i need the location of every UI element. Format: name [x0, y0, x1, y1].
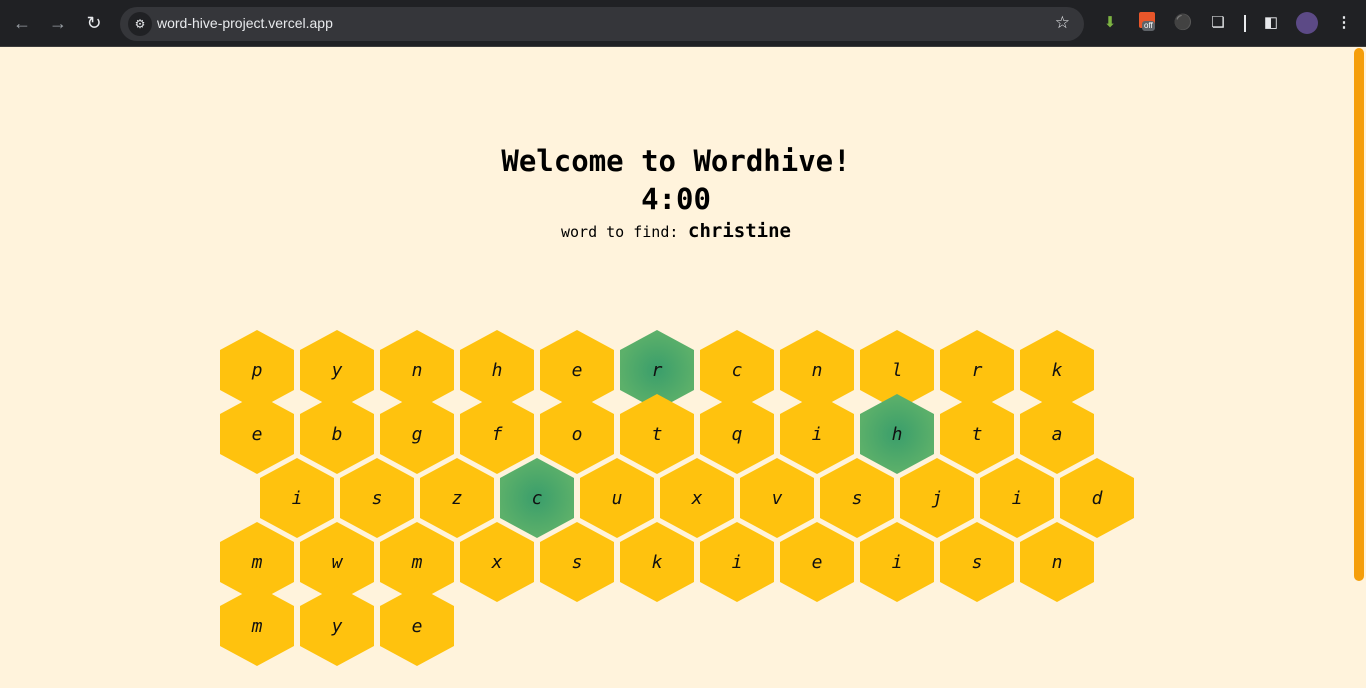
tile-letter: g: [411, 423, 423, 445]
tile-letter: x: [491, 551, 503, 573]
find-label: word to find:: [561, 223, 679, 241]
tile-letter: z: [451, 487, 463, 509]
browser-toolbar: ← → ↻ ⚙ word-hive-project.vercel.app ☆ ⬇…: [0, 0, 1366, 47]
page-title: Welcome to Wordhive!: [501, 144, 851, 178]
off-extension-icon[interactable]: off: [1136, 12, 1158, 34]
tile-letter: k: [1051, 359, 1063, 381]
tile-letter: l: [891, 359, 903, 381]
tile-letter: i: [291, 487, 303, 509]
tile-letter: i: [1011, 487, 1023, 509]
scrollbar[interactable]: [1352, 48, 1366, 688]
tile-letter: n: [1051, 551, 1063, 573]
back-arrow-icon[interactable]: ←: [9, 10, 35, 36]
site-settings-icon[interactable]: ⚙: [128, 12, 152, 36]
tile-letter: e: [411, 615, 423, 637]
tile-letter: w: [331, 551, 343, 573]
tile-letter: b: [331, 423, 343, 445]
tile-letter: v: [771, 487, 783, 509]
off-badge: off: [1142, 21, 1155, 31]
tile-letter: u: [611, 487, 623, 509]
tile-letter: k: [651, 551, 663, 573]
tile-letter: j: [931, 487, 943, 509]
countdown-timer: 4:00: [641, 182, 711, 216]
side-panel-icon[interactable]: ◧: [1260, 12, 1282, 34]
tile-letter: p: [251, 359, 263, 381]
tile-letter: h: [491, 359, 503, 381]
profile-avatar[interactable]: [1296, 12, 1318, 34]
ball-extension-icon[interactable]: ⚫: [1172, 12, 1194, 34]
tile-letter: r: [971, 359, 983, 381]
tile-letter: e: [811, 551, 823, 573]
tile-letter: s: [571, 551, 583, 573]
tile-letter: i: [891, 551, 903, 573]
tile-letter: o: [571, 423, 583, 445]
tile-letter: t: [971, 423, 983, 445]
tile-letter: s: [371, 487, 383, 509]
tile-letter: s: [971, 551, 983, 573]
tile-letter: e: [251, 423, 263, 445]
tile-letter: y: [331, 615, 343, 637]
tile-letter: m: [251, 615, 263, 637]
target-word: christine: [688, 220, 791, 242]
tile-letter: f: [491, 423, 503, 445]
download-extension-icon[interactable]: ⬇: [1099, 12, 1121, 34]
tile-letter: n: [411, 359, 423, 381]
bookmark-star-icon[interactable]: ☆: [1055, 13, 1070, 33]
forward-arrow-icon[interactable]: →: [45, 10, 71, 36]
puzzle-extensions-icon[interactable]: ❏: [1207, 12, 1229, 34]
tile-letter: x: [691, 487, 703, 509]
tile-letter: s: [851, 487, 863, 509]
reload-icon[interactable]: ↻: [81, 10, 107, 36]
tile-letter: m: [251, 551, 263, 573]
tile-letter: n: [811, 359, 823, 381]
tile-letter: m: [411, 551, 423, 573]
tile-letter: e: [571, 359, 583, 381]
tile-letter: i: [811, 423, 823, 445]
tile-letter: y: [331, 359, 343, 381]
tile-letter: i: [731, 551, 743, 573]
tile-letter: t: [651, 423, 663, 445]
scrollbar-thumb[interactable]: [1354, 48, 1364, 581]
toolbar-divider: [1244, 15, 1246, 32]
kebab-menu-icon[interactable]: ⋮: [1333, 12, 1355, 34]
tile-letter: a: [1051, 423, 1063, 445]
tile-letter: q: [731, 423, 743, 445]
tile-letter: h: [891, 423, 903, 445]
url-text[interactable]: word-hive-project.vercel.app: [157, 15, 333, 31]
tile-letter: r: [651, 359, 663, 381]
tile-letter: c: [731, 359, 743, 381]
word-to-find: word to find: christine: [0, 220, 1352, 242]
tile-letter: c: [531, 487, 543, 509]
address-bar[interactable]: ⚙ word-hive-project.vercel.app ☆: [120, 7, 1084, 41]
tile-letter: d: [1091, 487, 1103, 509]
